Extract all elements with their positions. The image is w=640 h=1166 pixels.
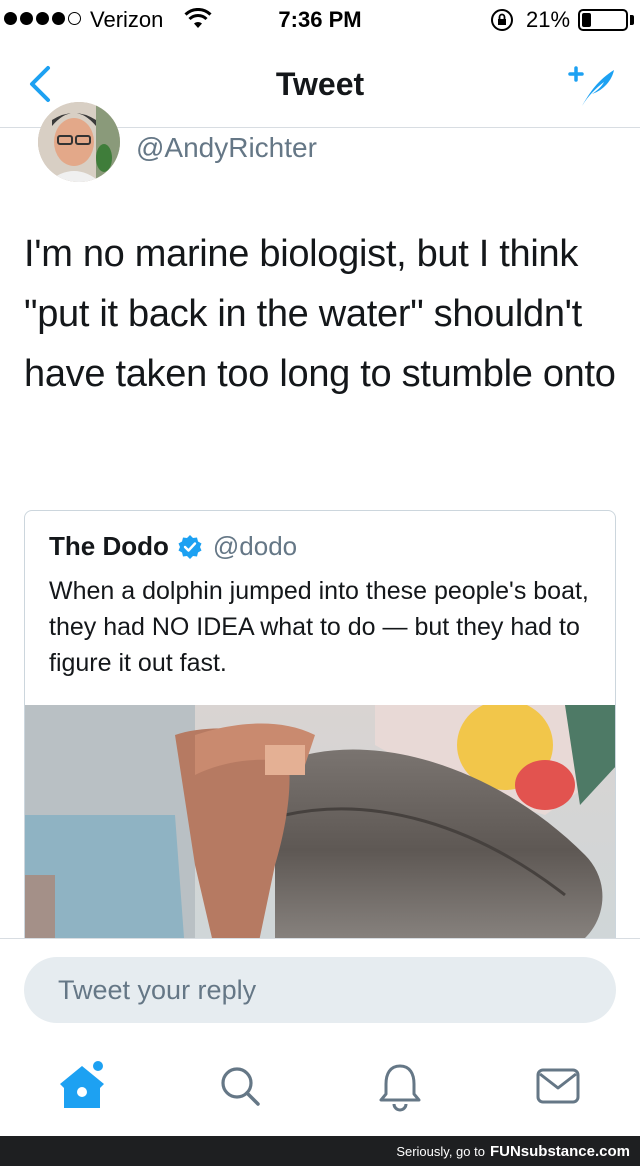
- tab-bar: [0, 1036, 640, 1136]
- battery-icon: [578, 9, 628, 31]
- battery-nub: [630, 15, 634, 25]
- status-bar: Verizon 7:36 PM 21%: [0, 0, 640, 40]
- watermark: Seriously, go to FUNsubstance.com: [0, 1136, 640, 1166]
- home-icon: [60, 1059, 105, 1108]
- watermark-prefix: Seriously, go to: [396, 1143, 485, 1159]
- tab-notifications[interactable]: [372, 1058, 428, 1114]
- quoted-tweet-header: The Dodo @dodo: [49, 531, 297, 562]
- avatar[interactable]: [38, 102, 120, 182]
- compose-tweet-button[interactable]: [564, 62, 620, 110]
- watermark-brand: FUNsubstance.com: [489, 1142, 630, 1160]
- compose-tweet-icon: [568, 66, 614, 106]
- quoted-author-name: The Dodo: [49, 531, 169, 561]
- notifications-bell-icon: [379, 1064, 421, 1112]
- battery-percent: 21%: [526, 7, 571, 32]
- tweet-text: I'm no marine biologist, but I think "pu…: [24, 233, 616, 395]
- reply-input[interactable]: [24, 957, 616, 1023]
- tab-messages[interactable]: [530, 1058, 586, 1114]
- messages-envelope-icon: [536, 1068, 580, 1104]
- verified-badge-icon: [178, 534, 202, 559]
- rotation-lock-icon: [491, 9, 513, 31]
- author-handle[interactable]: @AndyRichter: [136, 132, 317, 164]
- quoted-tweet-card[interactable]: The Dodo @dodo When a dolphin jumped int…: [24, 510, 616, 950]
- reply-composer: [0, 938, 640, 1036]
- quoted-tweet-video-thumbnail[interactable]: [25, 705, 615, 949]
- quoted-author-handle: @dodo: [212, 531, 298, 561]
- search-icon: [221, 1067, 260, 1106]
- quoted-tweet-text: When a dolphin jumped into these people'…: [49, 577, 589, 677]
- page-title: Tweet: [275, 66, 365, 102]
- tab-home[interactable]: [54, 1058, 110, 1114]
- tab-search[interactable]: [212, 1058, 268, 1114]
